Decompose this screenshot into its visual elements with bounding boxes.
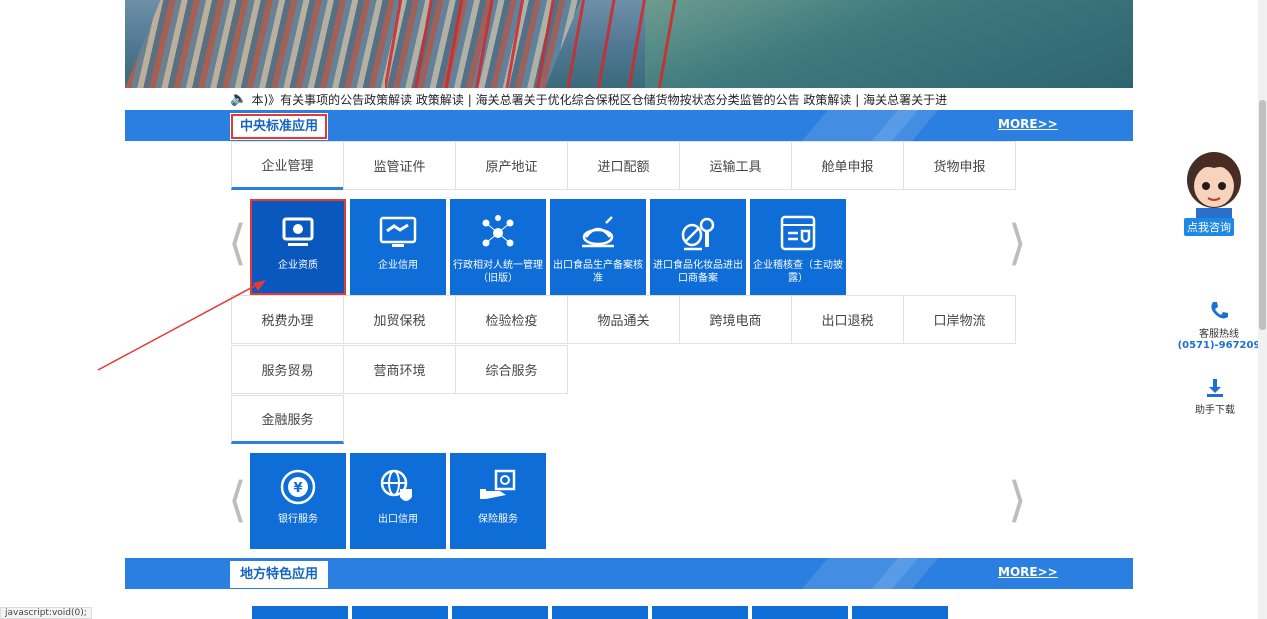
tab-export-tax-refund[interactable]: 出口退税 bbox=[791, 295, 904, 344]
tab-goods-clearance[interactable]: 物品通关 bbox=[567, 295, 680, 344]
notice-text: 本)》有关事项的公告政策解读 政策解读 | 海关总署关于优化综合保税区仓储货物按… bbox=[251, 92, 948, 107]
prev-arrow-icon[interactable]: ⟨ bbox=[228, 472, 247, 528]
globe-insurance-icon bbox=[380, 469, 412, 501]
tile-label: 出口信用 bbox=[378, 514, 418, 525]
tab-row-2: 税费办理 加贸保税 检验检疫 物品通关 跨境电商 出口退税 口岸物流 bbox=[231, 295, 1016, 344]
tab-enterprise-management[interactable]: 企业管理 bbox=[231, 141, 344, 190]
monitor-certificate-icon bbox=[282, 217, 314, 246]
local-section-title[interactable]: 地方特色应用 bbox=[230, 561, 329, 588]
avatar bbox=[1182, 150, 1246, 222]
tile-label: 行政相对人统一管理（旧版） bbox=[453, 260, 543, 284]
tile-label: 企业资质 bbox=[278, 260, 318, 271]
consult-button[interactable]: 点我咨询 bbox=[1184, 218, 1234, 236]
people-network-icon bbox=[482, 215, 514, 247]
tile-enterprise-qualification[interactable]: 企业资质 bbox=[250, 199, 346, 295]
tile-import-cosmetics-filing[interactable]: 进口食品化妆品进出口商备案 bbox=[650, 199, 746, 295]
local-tile[interactable] bbox=[752, 606, 848, 619]
tile-export-credit[interactable]: 出口信用 bbox=[350, 453, 446, 549]
tab-tax-handling[interactable]: 税费办理 bbox=[231, 295, 344, 344]
local-tile[interactable] bbox=[352, 606, 448, 619]
local-tile[interactable] bbox=[552, 606, 648, 619]
prev-arrow-icon[interactable]: ⟨ bbox=[228, 215, 247, 271]
tab-goods-declaration[interactable]: 货物申报 bbox=[903, 141, 1016, 190]
local-tile[interactable] bbox=[452, 606, 548, 619]
hotline-number: (0571)-967209 bbox=[1177, 340, 1261, 351]
page-scrollbar[interactable] bbox=[1258, 0, 1267, 619]
tile-enterprise-audit[interactable]: 企业稽核查（主动披露） bbox=[750, 199, 846, 295]
tile-label: 出口食品生产备案核准 bbox=[553, 260, 643, 284]
local-app-tiles bbox=[252, 606, 952, 619]
svg-text:¥: ¥ bbox=[293, 481, 302, 496]
tab-row-3: 服务贸易 营商环境 综合服务 bbox=[231, 345, 568, 394]
handshake-icon bbox=[379, 216, 417, 247]
tab-business-environment[interactable]: 营商环境 bbox=[343, 345, 456, 394]
banner-image bbox=[125, 0, 1133, 88]
tile-label: 保险服务 bbox=[478, 514, 518, 525]
phone-icon bbox=[1211, 302, 1228, 319]
tab-integrated-services[interactable]: 综合服务 bbox=[455, 345, 568, 394]
tile-label: 进口食品化妆品进出口商备案 bbox=[653, 260, 743, 284]
tile-insurance-services[interactable]: 保险服务 bbox=[450, 453, 546, 549]
app-tiles-1: 企业资质 企业信用 行政相对人统一管理（旧版） 出口食品生产备案核准 进口食品化… bbox=[250, 199, 850, 295]
tab-service-trade[interactable]: 服务贸易 bbox=[231, 345, 344, 394]
tab-row-4: 金融服务 bbox=[231, 395, 344, 444]
local-tile[interactable] bbox=[852, 606, 948, 619]
tab-row-1: 企业管理 监管证件 原产地证 进口配额 运输工具 舱单申报 货物申报 bbox=[231, 141, 1016, 190]
tab-cross-border-ecommerce[interactable]: 跨境电商 bbox=[679, 295, 792, 344]
tile-admin-counterpart[interactable]: 行政相对人统一管理（旧版） bbox=[450, 199, 546, 295]
tab-supervision-certificates[interactable]: 监管证件 bbox=[343, 141, 456, 190]
helper-download-label: 助手下载 bbox=[1195, 405, 1235, 416]
local-section-header: 地方特色应用 MORE>> bbox=[125, 558, 1133, 589]
tile-enterprise-credit[interactable]: 企业信用 bbox=[350, 199, 446, 295]
local-more-link[interactable]: MORE>> bbox=[998, 565, 1058, 579]
hotline-widget[interactable]: 客服热线 (0571)-967209 bbox=[1174, 300, 1264, 351]
customer-service-avatar-icon bbox=[1187, 152, 1241, 222]
local-tile[interactable] bbox=[652, 606, 748, 619]
helper-download-widget[interactable]: 助手下载 bbox=[1190, 378, 1240, 416]
next-arrow-icon[interactable]: ⟩ bbox=[1008, 472, 1027, 528]
browser-status-bar: javascript:void(0); bbox=[0, 607, 92, 619]
tile-bank-services[interactable]: ¥ 银行服务 bbox=[250, 453, 346, 549]
audit-shield-icon bbox=[780, 215, 816, 251]
food-dish-icon bbox=[582, 216, 614, 248]
next-arrow-icon[interactable]: ⟩ bbox=[1008, 215, 1027, 271]
central-more-link[interactable]: MORE>> bbox=[998, 117, 1058, 131]
tile-label: 企业信用 bbox=[378, 260, 418, 271]
app-tiles-2: ¥ 银行服务 出口信用 保险服务 bbox=[250, 453, 550, 549]
local-tile[interactable] bbox=[252, 606, 348, 619]
tab-transport[interactable]: 运输工具 bbox=[679, 141, 792, 190]
tab-inspection-quarantine[interactable]: 检验检疫 bbox=[455, 295, 568, 344]
scrollbar-thumb[interactable] bbox=[1259, 100, 1266, 330]
tab-manifest[interactable]: 舱单申报 bbox=[791, 141, 904, 190]
tile-label: 企业稽核查（主动披露） bbox=[753, 260, 843, 284]
central-section-title[interactable]: 中央标准应用 bbox=[230, 113, 329, 140]
tab-port-logistics[interactable]: 口岸物流 bbox=[903, 295, 1016, 344]
central-section-header: 中央标准应用 MORE>> bbox=[125, 110, 1133, 141]
tab-processing-bonded[interactable]: 加贸保税 bbox=[343, 295, 456, 344]
tile-label: 银行服务 bbox=[278, 514, 318, 525]
safe-hand-icon bbox=[480, 469, 516, 499]
notice-ticker[interactable]: 🔈 本)》有关事项的公告政策解读 政策解读 | 海关总署关于优化综合保税区仓储货… bbox=[230, 89, 1030, 109]
hotline-label: 客服热线 bbox=[1199, 329, 1239, 340]
download-icon bbox=[1207, 379, 1223, 397]
yuan-globe-icon: ¥ bbox=[280, 469, 316, 505]
tile-export-food-filing[interactable]: 出口食品生产备案核准 bbox=[550, 199, 646, 295]
tab-financial-services[interactable]: 金融服务 bbox=[231, 395, 344, 444]
tab-origin-certificate[interactable]: 原产地证 bbox=[455, 141, 568, 190]
consult-widget[interactable]: 点我咨询 bbox=[1174, 150, 1254, 236]
speaker-icon: 🔈 bbox=[230, 91, 248, 107]
tab-import-quota[interactable]: 进口配额 bbox=[567, 141, 680, 190]
cosmetics-icon bbox=[681, 217, 715, 251]
